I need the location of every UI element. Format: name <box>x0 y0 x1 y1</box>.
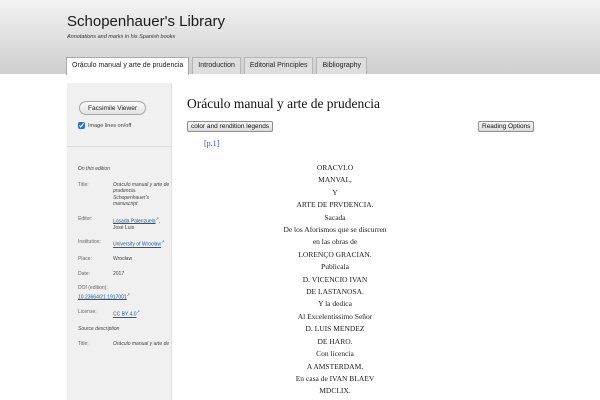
edition-metadata: On this edition Title: Oráculo manual y … <box>78 166 170 355</box>
transcription-text: ORACVLO MANVAL, Y ARTE DE PRVDENCIA. Sac… <box>250 162 420 398</box>
page-title: Oráculo manual y arte de prudencia <box>187 96 381 111</box>
site-title[interactable]: Schopenhauer's Library <box>67 13 225 30</box>
meta-value: Wrocław <box>113 256 133 263</box>
tab-bar: Oráculo manual y arte de prudencia Intro… <box>66 57 368 75</box>
image-lines-toggle[interactable]: Image lines on/off <box>78 122 131 129</box>
tab-introduction[interactable]: Introduction <box>192 57 241 74</box>
meta-value: Oráculo manual y arte de prudencia. Scho… <box>113 181 170 208</box>
text-line: en las obras de <box>312 237 358 247</box>
text-line: Al Excelentissimo Señor <box>297 311 373 321</box>
text-line: ORACVLO <box>316 163 354 172</box>
text-line: Con licencia <box>316 349 354 359</box>
meta-row-editor: Editor: Losada Palenzuela↗, José Luis <box>78 216 170 232</box>
meta-row-institution: Institution: University of Wrocław↗ <box>78 239 170 248</box>
text-line: A AMSTERDAM, <box>306 361 364 371</box>
text-line: Y <box>332 187 338 197</box>
external-link-icon: ↗ <box>160 239 165 245</box>
external-link-icon: ↗ <box>136 308 140 314</box>
site-subtitle: Annotations and marks in his Spanish boo… <box>67 34 176 40</box>
text-line: Sacada <box>324 212 346 222</box>
text-line: DE HARO. <box>317 336 353 346</box>
facsimile-viewer-button[interactable]: Facsimile Viewer <box>79 101 146 115</box>
text-line: En casa de IVAN BLAEV <box>295 373 375 383</box>
text-line: Publicala <box>321 262 349 272</box>
meta-key: Institution: <box>78 239 101 246</box>
meta-value: 2017 <box>113 270 125 277</box>
meta-row-license: License: CC BY 4.0↗ <box>78 309 170 318</box>
text-line: MANVAL, <box>318 175 352 185</box>
image-lines-checkbox[interactable] <box>78 122 85 129</box>
meta-row-place: Place: Wrocław <box>78 256 170 263</box>
institution-link[interactable]: University of Wrocław <box>113 242 161 248</box>
page-marker-link[interactable]: [p.1] <box>204 139 219 148</box>
text-line: De los Aforismos que se discurren <box>283 225 387 235</box>
text-line: LORENÇO GRACIAN. <box>298 249 372 259</box>
source-heading: Source description <box>78 326 120 333</box>
legend-button[interactable]: color and rendition legends <box>187 121 274 132</box>
meta-key: Title: <box>78 181 89 188</box>
meta-key: DOI (edition): <box>78 285 108 292</box>
meta-row-date: Date: 2017 <box>78 271 170 278</box>
text-line: D. LUIS MENDEZ <box>305 324 365 334</box>
meta-row-title: Title: Oráculo manual y arte de prudenci… <box>78 182 170 208</box>
meta-key: Date: <box>78 270 90 277</box>
tab-editorial-principles[interactable]: Editorial Principles <box>243 57 314 74</box>
text-line: ARTE DE PRVDENCIA. <box>296 200 374 210</box>
doi-link[interactable]: 10.23664/21.1917001 <box>78 294 127 300</box>
tab-bibliography[interactable]: Bibliography <box>316 57 368 74</box>
tab-oraculo[interactable]: Oráculo manual y arte de prudencia <box>66 57 190 75</box>
facsimile-panel: Facsimile Viewer Image lines on/off <box>67 83 172 147</box>
meta-key: License: <box>78 308 97 315</box>
edition-heading: On this edition <box>78 166 110 172</box>
text-line: DE LASTANOSA. <box>306 287 364 297</box>
reading-options-button[interactable]: Reading Options <box>478 121 535 132</box>
meta-row-source-title: Title: Oráculo manual y arte de <box>78 341 170 348</box>
site-header: Schopenhauer's Library Annotations and m… <box>0 0 600 75</box>
meta-key: Place: <box>78 256 92 263</box>
meta-value: Oráculo manual y arte de <box>113 340 170 347</box>
text-line: MDCLIX. <box>319 386 351 396</box>
meta-value: Losada Palenzuela↗, José Luis <box>113 216 170 232</box>
meta-key: Title: <box>78 340 89 347</box>
meta-key: Editor: <box>78 215 93 222</box>
text-line: Y la dedica <box>318 299 352 309</box>
sidebar: Facsimile Viewer Image lines on/off On t… <box>67 83 172 400</box>
editor-link[interactable]: Losada Palenzuela <box>113 218 156 224</box>
image-lines-label: Image lines on/off <box>88 122 132 129</box>
meta-row-doi: DOI (edition): 10.23664/21.1917001↗ <box>78 285 170 301</box>
license-link[interactable]: CC BY 4.0 <box>113 312 137 318</box>
text-line: D. VICENCIO IVAN <box>302 274 368 284</box>
meta-value: University of Wrocław↗ <box>113 239 170 248</box>
meta-value: CC BY 4.0↗ <box>113 309 170 318</box>
external-link-icon: ↗ <box>126 291 131 297</box>
